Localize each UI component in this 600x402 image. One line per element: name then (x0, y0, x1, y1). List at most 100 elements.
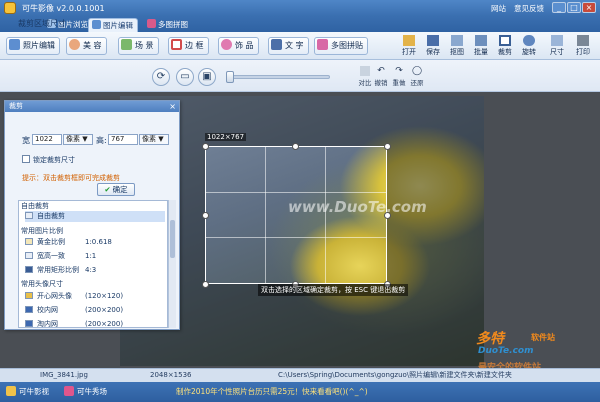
lock-size-label: 锁定裁剪尺寸 (33, 156, 75, 164)
button-label: 美 容 (83, 41, 102, 50)
cutout-button[interactable]: 抠图 (446, 35, 468, 59)
crop-handle-left[interactable] (202, 212, 209, 219)
button-label: 裁剪 (498, 48, 512, 56)
rotate-icon (523, 35, 535, 46)
crop-hint: 双击选择的区域确定裁剪，按 ESC 键退出裁剪 (258, 284, 409, 296)
main-toolbar: 照片编辑 美 容 场 景 边 框 饰 品 文 字 多图拼贴 打开 保存 抠图 批… (0, 32, 600, 60)
button-label: 保存 (426, 48, 440, 56)
height-input[interactable]: 767 (108, 134, 138, 145)
maximize-button[interactable]: □ (567, 2, 581, 13)
item-size: (200×200) (85, 320, 124, 328)
resize-icon (551, 35, 563, 46)
list-item-square[interactable]: 宽高一致 1:1 (25, 251, 165, 262)
scrollbar-thumb[interactable] (170, 220, 175, 258)
crop-grid-line (206, 191, 386, 193)
watermark-text: www.DuoTe.com (288, 198, 427, 216)
kaniu-video-link[interactable]: 可牛影视 (6, 382, 49, 402)
item-label: 校内网 (37, 306, 58, 314)
button-label: 确定 (112, 185, 128, 194)
save-button[interactable]: 保存 (422, 35, 444, 59)
kaniu-video-icon (6, 386, 16, 396)
resize-button[interactable]: 尺寸 (546, 35, 568, 59)
frame-button[interactable]: 边 框 (168, 37, 209, 55)
website-link[interactable]: 网站 (491, 3, 506, 14)
zoom-slider-thumb[interactable] (226, 71, 234, 83)
text-icon (271, 39, 282, 50)
width-unit-select[interactable]: 像素 ▼ (63, 134, 93, 145)
item-label: 黄金比例 (37, 238, 65, 246)
list-item-golden-ratio[interactable]: 黄金比例 1:0.618 (25, 237, 165, 248)
crop-tip: 提示：双击裁剪框即可完成裁剪 (22, 174, 120, 182)
restore-icon: ◯ (412, 66, 423, 76)
button-label: 抠图 (450, 48, 464, 56)
height-label: 高: (96, 136, 107, 145)
accessory-button[interactable]: 饰 品 (218, 37, 259, 55)
batch-icon (475, 35, 487, 46)
button-label: 对比 (358, 79, 372, 87)
list-item-kaixin[interactable]: 开心网头像 (120×120) (25, 291, 165, 302)
feedback-link[interactable]: 意见反馈 (514, 3, 544, 14)
app-logo-icon (4, 2, 16, 14)
undo-button[interactable]: ↶ 撤销 (372, 66, 390, 90)
close-button[interactable]: × (582, 2, 596, 13)
crop-panel-title: 裁剪 (5, 101, 179, 112)
panel-close-icon[interactable]: × (169, 101, 176, 112)
item-label: 常用矩形比例 (37, 266, 79, 274)
file-name: IMG_3841.jpg (40, 371, 88, 379)
item-size: (120×120) (85, 292, 124, 300)
crop-icon (499, 35, 511, 46)
item-label: 宽高一致 (37, 252, 65, 260)
preset-list-scrollbar[interactable] (168, 200, 176, 328)
print-button[interactable]: 打印 (572, 35, 594, 59)
promo-message[interactable]: 制作2010年个性照片台历只需25元！快来看看吧()(^_^) (176, 382, 368, 402)
minimize-button[interactable]: _ (552, 2, 566, 13)
rotate-button[interactable]: 旋转 (518, 35, 540, 59)
watermark-logo: 多特 (476, 331, 504, 347)
redo-button[interactable]: ↷ 重做 (390, 66, 408, 90)
item-label: 淘内网 (37, 320, 58, 328)
list-item-free-crop[interactable]: 自由裁剪 (25, 211, 165, 222)
crop-button[interactable]: 裁剪 (494, 35, 516, 59)
rotate-view-button[interactable]: ⟳ (152, 68, 170, 86)
kaniu-show-link[interactable]: 可牛秀场 (64, 382, 107, 402)
crop-size-label: 1022×767 (205, 133, 247, 141)
button-label: 饰 品 (235, 41, 254, 50)
list-item-xiaonei[interactable]: 校内网 (200×200) (25, 305, 165, 316)
redo-icon: ↷ (395, 66, 403, 76)
list-item-rect[interactable]: 常用矩形比例 4:3 (25, 265, 165, 276)
tab-collage[interactable]: 多图拼图 (144, 18, 192, 32)
batch-button[interactable]: 批量 (470, 35, 492, 59)
open-button[interactable]: 打开 (398, 35, 420, 59)
scene-icon (121, 39, 132, 50)
tab-label: 多图拼图 (158, 20, 188, 29)
crop-preset-list: 自由裁剪 自由裁剪 常用图片比例 黄金比例 1:0.618 宽高一致 1:1 常用矩… (18, 200, 168, 328)
text-button[interactable]: 文 字 (268, 37, 309, 55)
height-unit-select[interactable]: 像素 ▼ (139, 134, 169, 145)
tab-edit[interactable]: 图片编辑 (88, 18, 138, 32)
button-label: 边 框 (185, 41, 204, 50)
button-label: 打开 (402, 48, 416, 56)
restore-button[interactable]: ◯ 还原 (408, 66, 426, 90)
beauty-button[interactable]: 美 容 (66, 37, 107, 55)
list-item-taonei[interactable]: 淘内网 (200×200) (25, 319, 165, 328)
multi-collage-button[interactable]: 多图拼贴 (314, 37, 368, 55)
fit-screen-button[interactable]: ▭ (176, 68, 194, 86)
item-ratio: 1:1 (85, 252, 97, 260)
crop-handle-top-left[interactable] (202, 143, 209, 150)
collage-icon (147, 19, 156, 28)
lock-size-checkbox[interactable] (22, 155, 30, 163)
crop-handle-bottom-left[interactable] (202, 281, 209, 288)
button-label: 打印 (576, 48, 590, 56)
photo-edit-button[interactable]: 照片编辑 (6, 37, 60, 55)
scene-button[interactable]: 场 景 (118, 37, 159, 55)
confirm-button[interactable]: ✔ 确定 (97, 183, 135, 196)
actual-size-button[interactable]: ▣ (198, 68, 216, 86)
face-icon (69, 39, 80, 50)
list-group-free: 自由裁剪 (21, 202, 49, 210)
crop-handle-top[interactable] (292, 143, 299, 150)
zoom-slider-track[interactable] (228, 75, 330, 79)
width-label: 宽 (22, 136, 30, 145)
width-input[interactable]: 1022 (32, 134, 62, 145)
button-label: 多图拼贴 (331, 41, 363, 50)
crop-handle-top-right[interactable] (384, 143, 391, 150)
